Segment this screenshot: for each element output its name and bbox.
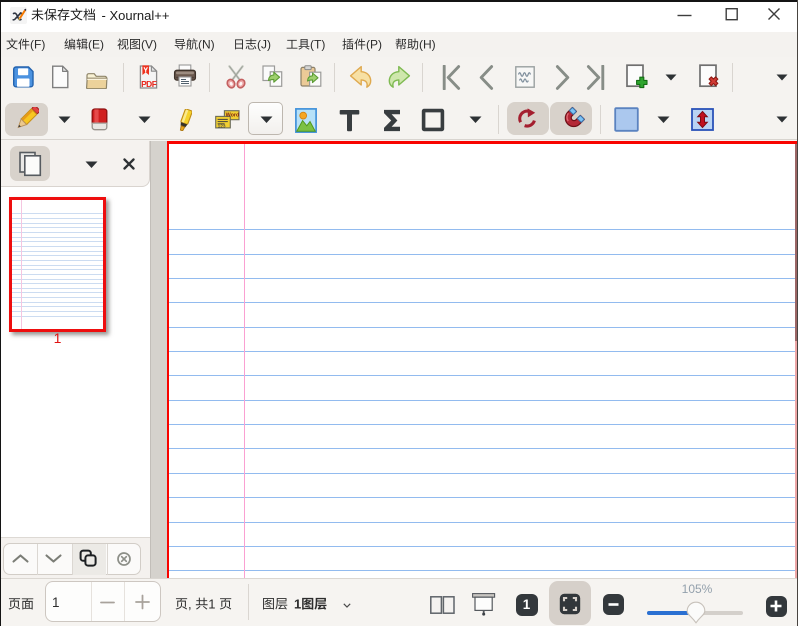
svg-text:Word: Word (226, 113, 240, 119)
svg-text:1: 1 (294, 597, 301, 611)
svg-text:(P): (P) (366, 38, 382, 52)
svg-text:,: , (188, 597, 192, 611)
svg-text:(F): (F) (30, 38, 45, 52)
svg-text:(T): (T) (310, 38, 325, 52)
svg-text:(J): (J) (257, 38, 271, 52)
svg-text:1: 1 (208, 597, 215, 611)
svg-text:123: 123 (218, 123, 226, 129)
svg-text:(H): (H) (419, 38, 436, 52)
svg-text:(V): (V) (141, 38, 157, 52)
svg-text:(N): (N) (198, 38, 215, 52)
svg-text:PDF: PDF (141, 78, 157, 88)
svg-text:(E): (E) (88, 38, 104, 52)
